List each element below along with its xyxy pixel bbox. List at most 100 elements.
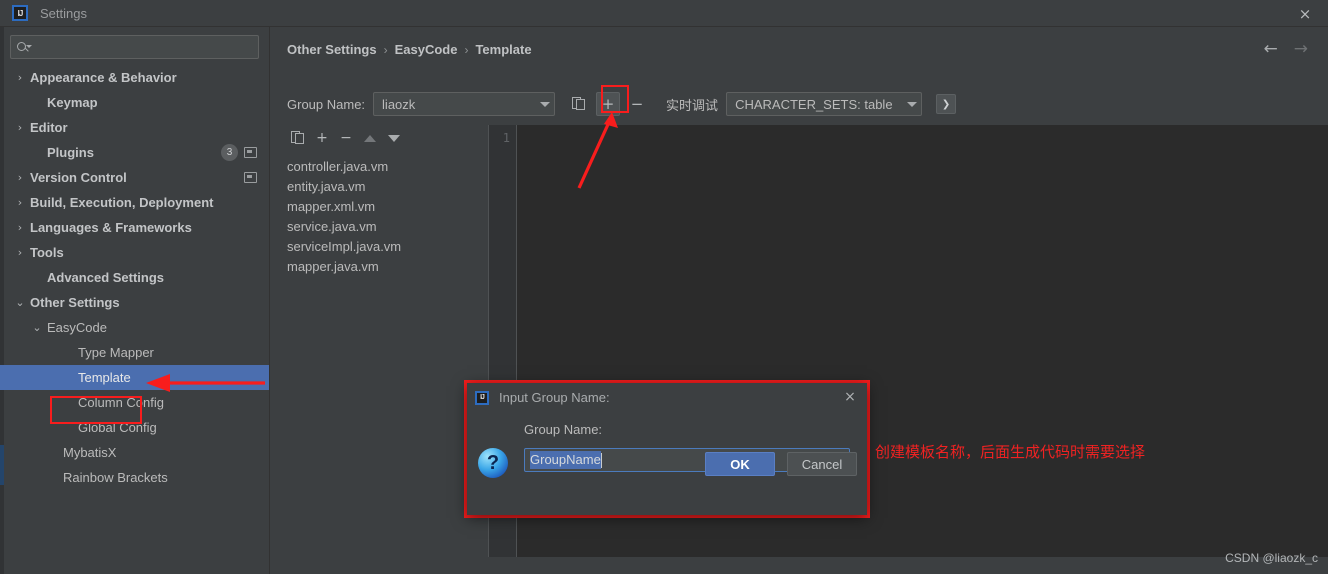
search-input[interactable]: [34, 40, 252, 54]
search-box[interactable]: [10, 35, 259, 59]
sidebar-item-label: Editor: [30, 120, 68, 135]
chevron-right-icon[interactable]: ›: [14, 197, 26, 209]
template-file-item[interactable]: mapper.xml.vm: [285, 196, 488, 216]
sidebar-item-other-settings[interactable]: ⌄ Other Settings: [0, 290, 269, 315]
intellij-logo-icon: IJ: [475, 390, 489, 405]
chevron-right-icon[interactable]: ›: [14, 247, 26, 259]
sidebar-item-label: Appearance & Behavior: [30, 70, 177, 85]
template-file-item[interactable]: controller.java.vm: [285, 156, 488, 176]
group-name-input-value: GroupName: [530, 451, 601, 469]
sidebar-search-wrap: [0, 27, 269, 59]
sidebar-item-label: Global Config: [78, 420, 157, 435]
close-icon[interactable]: ×: [1296, 5, 1314, 23]
sidebar-item-editor[interactable]: › Editor: [0, 115, 269, 140]
sidebar-item-column-config[interactable]: Column Config: [0, 390, 269, 415]
sidebar-item-plugins[interactable]: Plugins 3: [0, 140, 269, 165]
watermark: CSDN @liaozk_c: [1225, 551, 1318, 565]
chevron-right-icon[interactable]: ›: [14, 222, 26, 234]
breadcrumb-separator: ›: [464, 42, 469, 57]
breadcrumb-item[interactable]: Template: [475, 42, 531, 57]
sidebar-item-keymap[interactable]: Keymap: [0, 90, 269, 115]
chevron-right-icon[interactable]: ›: [14, 172, 26, 184]
chevron-right-icon[interactable]: ›: [14, 122, 26, 134]
window-title: Settings: [40, 5, 87, 21]
sidebar-item-advanced-settings[interactable]: Advanced Settings: [0, 265, 269, 290]
chevron-down-icon[interactable]: ⌄: [31, 322, 43, 334]
chevron-down-icon[interactable]: ⌄: [14, 297, 26, 309]
sidebar-item-languages-frameworks[interactable]: › Languages & Frameworks: [0, 215, 269, 240]
dialog-titlebar: IJ Input Group Name: ×: [467, 383, 867, 412]
sidebar-item-label: Type Mapper: [78, 345, 154, 360]
sidebar-item-label: Languages & Frameworks: [30, 220, 192, 235]
sidebar-item-mybatisx[interactable]: MybatisX: [0, 440, 269, 465]
move-down-button[interactable]: [383, 127, 405, 149]
settings-tree: › Appearance & Behavior Keymap › Editor Plugi…: [0, 65, 269, 490]
move-up-button[interactable]: [359, 127, 381, 149]
search-icon: [17, 41, 32, 54]
dialog-buttons: OK Cancel: [705, 452, 857, 476]
copy-group-button[interactable]: [567, 92, 591, 116]
breadcrumb: Other Settings › EasyCode › Template: [287, 42, 532, 57]
minus-icon: −: [340, 130, 352, 146]
text-caret: [600, 452, 602, 468]
project-scope-icon: [244, 147, 257, 158]
sidebar-item-template[interactable]: Template: [0, 365, 269, 390]
sidebar-item-label: EasyCode: [47, 320, 107, 335]
add-template-button[interactable]: +: [311, 127, 333, 149]
run-icon: ❯: [941, 98, 951, 110]
chevron-right-icon[interactable]: ›: [14, 72, 26, 84]
dialog-title: Input Group Name:: [499, 390, 610, 405]
project-scope-icon: [244, 172, 257, 183]
run-debug-button[interactable]: ❯: [936, 94, 957, 114]
breadcrumb-item[interactable]: EasyCode: [395, 42, 458, 57]
sidebar-item-label: Advanced Settings: [47, 270, 165, 285]
sidebar-item-tools[interactable]: › Tools: [0, 240, 269, 265]
sidebar-item-version-control[interactable]: › Version Control: [0, 165, 269, 190]
forward-arrow-icon[interactable]: →: [1294, 41, 1308, 58]
remove-template-button[interactable]: −: [335, 127, 357, 149]
sidebar-item-label: Plugins: [47, 145, 94, 160]
question-mark-icon: ?: [478, 448, 508, 478]
sidebar-item-build-execution-deployment[interactable]: › Build, Execution, Deployment: [0, 190, 269, 215]
add-group-button[interactable]: +: [596, 92, 621, 116]
sidebar-item-easycode[interactable]: ⌄ EasyCode: [0, 315, 269, 340]
sidebar-item-global-config[interactable]: Global Config: [0, 415, 269, 440]
ok-button[interactable]: OK: [705, 452, 775, 476]
sidebar-item-rainbow-brackets[interactable]: Rainbow Brackets: [0, 465, 269, 490]
sidebar-item-appearance-behavior[interactable]: › Appearance & Behavior: [0, 65, 269, 90]
dialog-body: ? Group Name: GroupName OK Cancel: [467, 412, 867, 484]
breadcrumb-item[interactable]: Other Settings: [287, 42, 377, 57]
group-name-dropdown[interactable]: liaozk: [373, 92, 556, 116]
copy-template-button[interactable]: [287, 127, 309, 149]
debug-target-value: CHARACTER_SETS: table: [735, 96, 893, 112]
triangle-up-icon: [364, 134, 376, 142]
template-file-list: controller.java.vm entity.java.vm mapper.x…: [285, 151, 488, 276]
sidebar-item-label: MybatisX: [63, 445, 117, 460]
remove-group-button[interactable]: −: [625, 92, 649, 116]
group-name-field-label: Group Name:: [524, 422, 603, 437]
template-toolbar: Group Name: liaozk + − 实时调试 CHARACTER_SE…: [287, 89, 1328, 119]
dialog-close-icon[interactable]: ×: [842, 389, 858, 405]
template-file-item[interactable]: mapper.java.vm: [285, 256, 488, 276]
sidebar-item-label: Other Settings: [30, 295, 120, 310]
sidebar-item-label: Column Config: [78, 395, 164, 410]
template-file-item[interactable]: service.java.vm: [285, 216, 488, 236]
sidebar-item-label: Keymap: [47, 95, 98, 110]
sidebar-item-type-mapper[interactable]: Type Mapper: [0, 340, 269, 365]
template-file-item[interactable]: entity.java.vm: [285, 176, 488, 196]
group-name-label: Group Name:: [287, 96, 366, 112]
cancel-button[interactable]: Cancel: [787, 452, 857, 476]
chevron-down-icon: [540, 101, 551, 107]
sidebar-item-label: Build, Execution, Deployment: [30, 195, 214, 210]
back-arrow-icon[interactable]: ←: [1264, 41, 1278, 58]
plus-icon: +: [601, 95, 615, 113]
template-file-item[interactable]: serviceImpl.java.vm: [285, 236, 488, 256]
debug-target-dropdown[interactable]: CHARACTER_SETS: table: [726, 92, 923, 116]
plugins-count-badge: 3: [221, 144, 238, 161]
copy-icon: [291, 131, 305, 145]
